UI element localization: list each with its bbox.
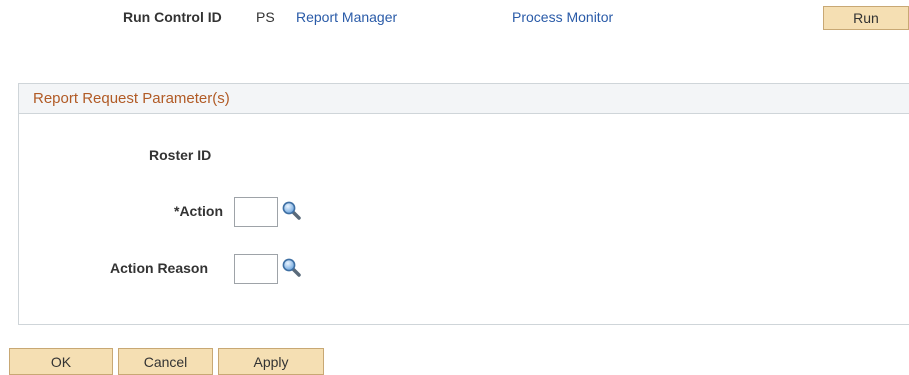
report-manager-link[interactable]: Report Manager [296,9,397,25]
magnifying-glass-icon[interactable] [281,257,303,279]
action-reason-input[interactable] [234,254,278,284]
magnifying-glass-icon[interactable] [281,200,303,222]
run-button[interactable]: Run [823,6,909,30]
process-monitor-link[interactable]: Process Monitor [512,9,613,25]
run-control-id-value: PS [256,9,275,25]
action-label: *Action [174,203,223,219]
run-control-id-label: Run Control ID [123,9,222,25]
action-input[interactable] [234,197,278,227]
report-request-group: Report Request Parameter(s) Roster ID *A… [18,83,909,325]
ok-button[interactable]: OK [9,348,113,375]
cancel-button[interactable]: Cancel [118,348,213,375]
apply-button[interactable]: Apply [218,348,324,375]
action-reason-label: Action Reason [110,260,209,276]
group-title: Report Request Parameter(s) [33,90,230,107]
group-header: Report Request Parameter(s) [19,84,909,114]
roster-id-label: Roster ID [149,147,212,163]
